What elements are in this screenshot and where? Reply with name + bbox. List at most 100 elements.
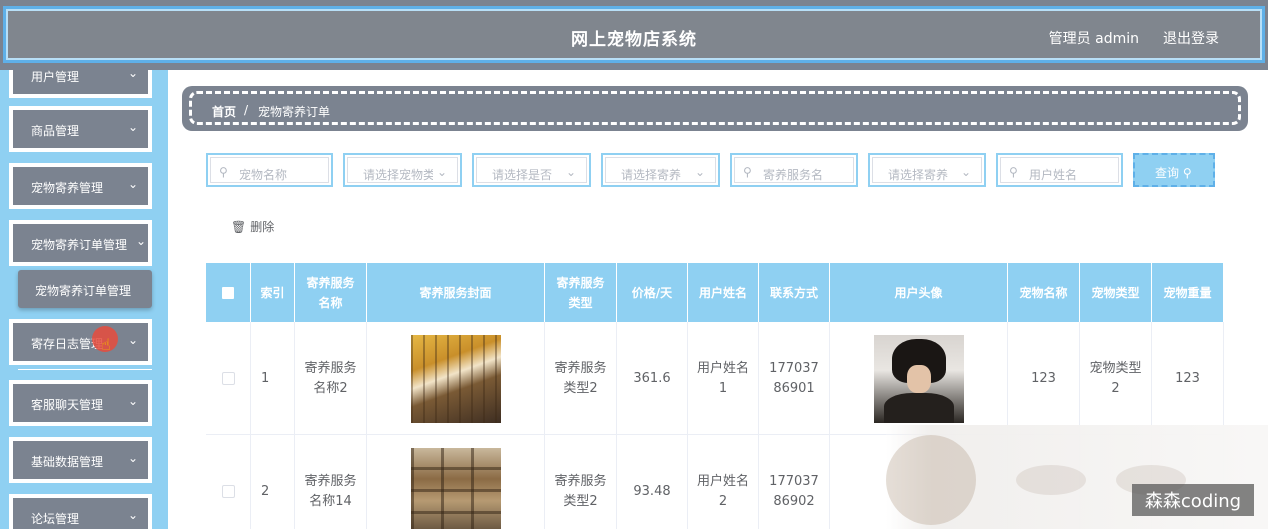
cell-pet-type: 宠物类型2 bbox=[1080, 322, 1152, 435]
col-avatar: 用户头像 bbox=[830, 263, 1008, 322]
sidebar-item-label: 基础数据管理 bbox=[31, 455, 104, 469]
sidebar-item-label: 宠物寄养订单管理 bbox=[31, 238, 128, 252]
user-name-placeholder: 用户姓名 bbox=[1029, 168, 1078, 182]
sidebar-item-label: 客服聊天管理 bbox=[31, 398, 104, 412]
table-header: 索引 寄养服务名称 寄养服务封面 寄养服务类型 价格/天 用户姓名 联系方式 用… bbox=[206, 263, 1224, 322]
user-avatar-image[interactable] bbox=[873, 334, 964, 423]
service-cover-image[interactable] bbox=[410, 334, 501, 423]
pet-name-input[interactable]: ⚲ 宠物名称 bbox=[206, 153, 333, 187]
service-name-placeholder: 寄养服务名 bbox=[763, 168, 824, 182]
chevron-down-icon: ⌄ bbox=[127, 177, 138, 191]
breadcrumb-home[interactable]: 首页 bbox=[212, 103, 236, 120]
pet-type-placeholder: 请选择宠物类 bbox=[363, 168, 433, 182]
chevron-down-icon: ⌄ bbox=[135, 234, 146, 248]
user-name-input[interactable]: ⚲ 用户姓名 bbox=[996, 153, 1123, 187]
boarding-status-placeholder: 请选择寄养 bbox=[888, 168, 949, 182]
cell-cover bbox=[367, 322, 545, 435]
query-button-label: 查询 ⚲ bbox=[1155, 166, 1192, 180]
sidebar-item-storage-log[interactable]: 寄存日志管理 ⌄ bbox=[9, 319, 152, 365]
submenu-boarding-orders[interactable]: 宠物寄养订单管理 bbox=[18, 270, 152, 308]
col-pet-type: 宠物类型 bbox=[1080, 263, 1152, 322]
is-flag-select[interactable]: 请选择是否 ⌄ bbox=[472, 153, 591, 187]
col-index: 索引 bbox=[251, 263, 295, 322]
select-all-checkbox[interactable] bbox=[222, 286, 234, 299]
admin-user-label: 管理员 admin bbox=[1048, 31, 1139, 47]
cell-contact: 17703786902 bbox=[759, 435, 830, 529]
service-name-input[interactable]: ⚲ 寄养服务名 bbox=[730, 153, 858, 187]
service-cover-image[interactable] bbox=[410, 447, 501, 529]
cell-avatar bbox=[830, 322, 1008, 435]
hand-cursor-icon: ☝ bbox=[101, 335, 111, 354]
sidebar-item-boarding-orders[interactable]: 宠物寄养订单管理 ⌄ bbox=[9, 220, 152, 266]
col-service-name: 寄养服务名称 bbox=[295, 263, 367, 322]
breadcrumb-frame: 首页 / 宠物寄养订单 bbox=[189, 91, 1241, 125]
service-type-placeholder: 请选择寄养 bbox=[621, 168, 682, 182]
cell-user-name: 用户姓名1 bbox=[688, 322, 759, 435]
chevron-down-icon: ⌄ bbox=[127, 508, 138, 522]
pet-type-select[interactable]: 请选择宠物类 ⌄ bbox=[343, 153, 462, 187]
col-pet-weight: 宠物重量 bbox=[1152, 263, 1224, 322]
cell-contact: 17703786901 bbox=[759, 322, 830, 435]
chevron-down-icon: ⌄ bbox=[127, 333, 138, 347]
chevron-down-icon: ⌄ bbox=[127, 70, 138, 80]
chevron-down-icon: ⌄ bbox=[694, 165, 705, 179]
cell-service-type: 寄养服务类型2 bbox=[545, 435, 617, 529]
cell-index: 1 bbox=[251, 322, 295, 435]
logout-link[interactable]: 退出登录 bbox=[1163, 28, 1219, 48]
chevron-down-icon: ⌄ bbox=[127, 451, 138, 465]
cell-index: 2 bbox=[251, 435, 295, 529]
sidebar-item-user[interactable]: 用户管理 ⌄ bbox=[9, 70, 152, 98]
chevron-down-icon: ⌄ bbox=[960, 165, 971, 179]
watermark: 森森coding bbox=[1132, 484, 1254, 516]
cell-user-name: 用户姓名2 bbox=[688, 435, 759, 529]
breadcrumb: 首页 / 宠物寄养订单 bbox=[182, 86, 1248, 131]
service-type-select[interactable]: 请选择寄养 ⌄ bbox=[601, 153, 720, 187]
cell-pet-weight: 123 bbox=[1152, 322, 1224, 435]
col-pet-name: 宠物名称 bbox=[1008, 263, 1080, 322]
sidebar-item-label: 用户管理 bbox=[31, 70, 80, 84]
top-header: 网上宠物店系统 管理员 admin 退出登录 bbox=[0, 0, 1268, 70]
sidebar-item-forum[interactable]: 论坛管理 ⌄ bbox=[9, 494, 152, 529]
submenu-label: 宠物寄养订单管理 bbox=[35, 284, 132, 298]
cell-price: 93.48 bbox=[617, 435, 688, 529]
sidebar-item-pet-boarding[interactable]: 宠物寄养管理 ⌄ bbox=[9, 163, 152, 209]
chevron-down-icon: ⌄ bbox=[565, 165, 576, 179]
search-icon: ⚲ bbox=[1009, 165, 1018, 179]
cell-pet-name: 123 bbox=[1008, 322, 1080, 435]
col-price: 价格/天 bbox=[617, 263, 688, 322]
col-cover: 寄养服务封面 bbox=[367, 263, 545, 322]
sidebar-divider bbox=[18, 369, 152, 370]
trash-icon: 🗑 bbox=[231, 220, 247, 234]
cell-service-type: 寄养服务类型2 bbox=[545, 322, 617, 435]
boarding-status-select[interactable]: 请选择寄养 ⌄ bbox=[868, 153, 986, 187]
query-button[interactable]: 查询 ⚲ bbox=[1133, 153, 1215, 187]
cell-price: 361.6 bbox=[617, 322, 688, 435]
delete-button-label: 删除 bbox=[250, 220, 275, 234]
row-select-cell bbox=[206, 322, 251, 435]
row-checkbox[interactable] bbox=[221, 485, 235, 498]
chevron-down-icon: ⌄ bbox=[127, 394, 138, 408]
col-service-type: 寄养服务类型 bbox=[545, 263, 617, 322]
search-icon: ⚲ bbox=[219, 165, 228, 179]
select-all-cell bbox=[206, 263, 251, 322]
breadcrumb-current: 宠物寄养订单 bbox=[258, 105, 331, 119]
table-row[interactable]: 1 寄养服务名称2 寄养服务类型2 361.6 用户姓名1 1770378690… bbox=[206, 322, 1224, 435]
sidebar-item-label: 论坛管理 bbox=[31, 512, 80, 526]
sidebar: 用户管理 ⌄ 商品管理 ⌄ 宠物寄养管理 ⌄ 宠物寄养订单管理 ⌄ 宠物寄养订单… bbox=[0, 70, 168, 529]
col-user-name: 用户姓名 bbox=[688, 263, 759, 322]
sidebar-item-chat[interactable]: 客服聊天管理 ⌄ bbox=[9, 380, 152, 426]
sidebar-item-base-data[interactable]: 基础数据管理 ⌄ bbox=[9, 437, 152, 483]
sidebar-item-label: 宠物寄养管理 bbox=[31, 181, 104, 195]
chevron-down-icon: ⌄ bbox=[436, 165, 447, 179]
cell-service-name: 寄养服务名称14 bbox=[295, 435, 367, 529]
row-checkbox[interactable] bbox=[221, 372, 235, 385]
cell-cover bbox=[367, 435, 545, 529]
pet-name-placeholder: 宠物名称 bbox=[239, 168, 288, 182]
sidebar-item-goods[interactable]: 商品管理 ⌄ bbox=[9, 106, 152, 152]
delete-button[interactable]: 🗑 删除 bbox=[231, 218, 274, 235]
search-icon: ⚲ bbox=[743, 165, 752, 179]
cell-service-name: 寄养服务名称2 bbox=[295, 322, 367, 435]
col-contact: 联系方式 bbox=[759, 263, 830, 322]
sidebar-item-label: 商品管理 bbox=[31, 124, 80, 138]
is-flag-placeholder: 请选择是否 bbox=[492, 168, 553, 182]
